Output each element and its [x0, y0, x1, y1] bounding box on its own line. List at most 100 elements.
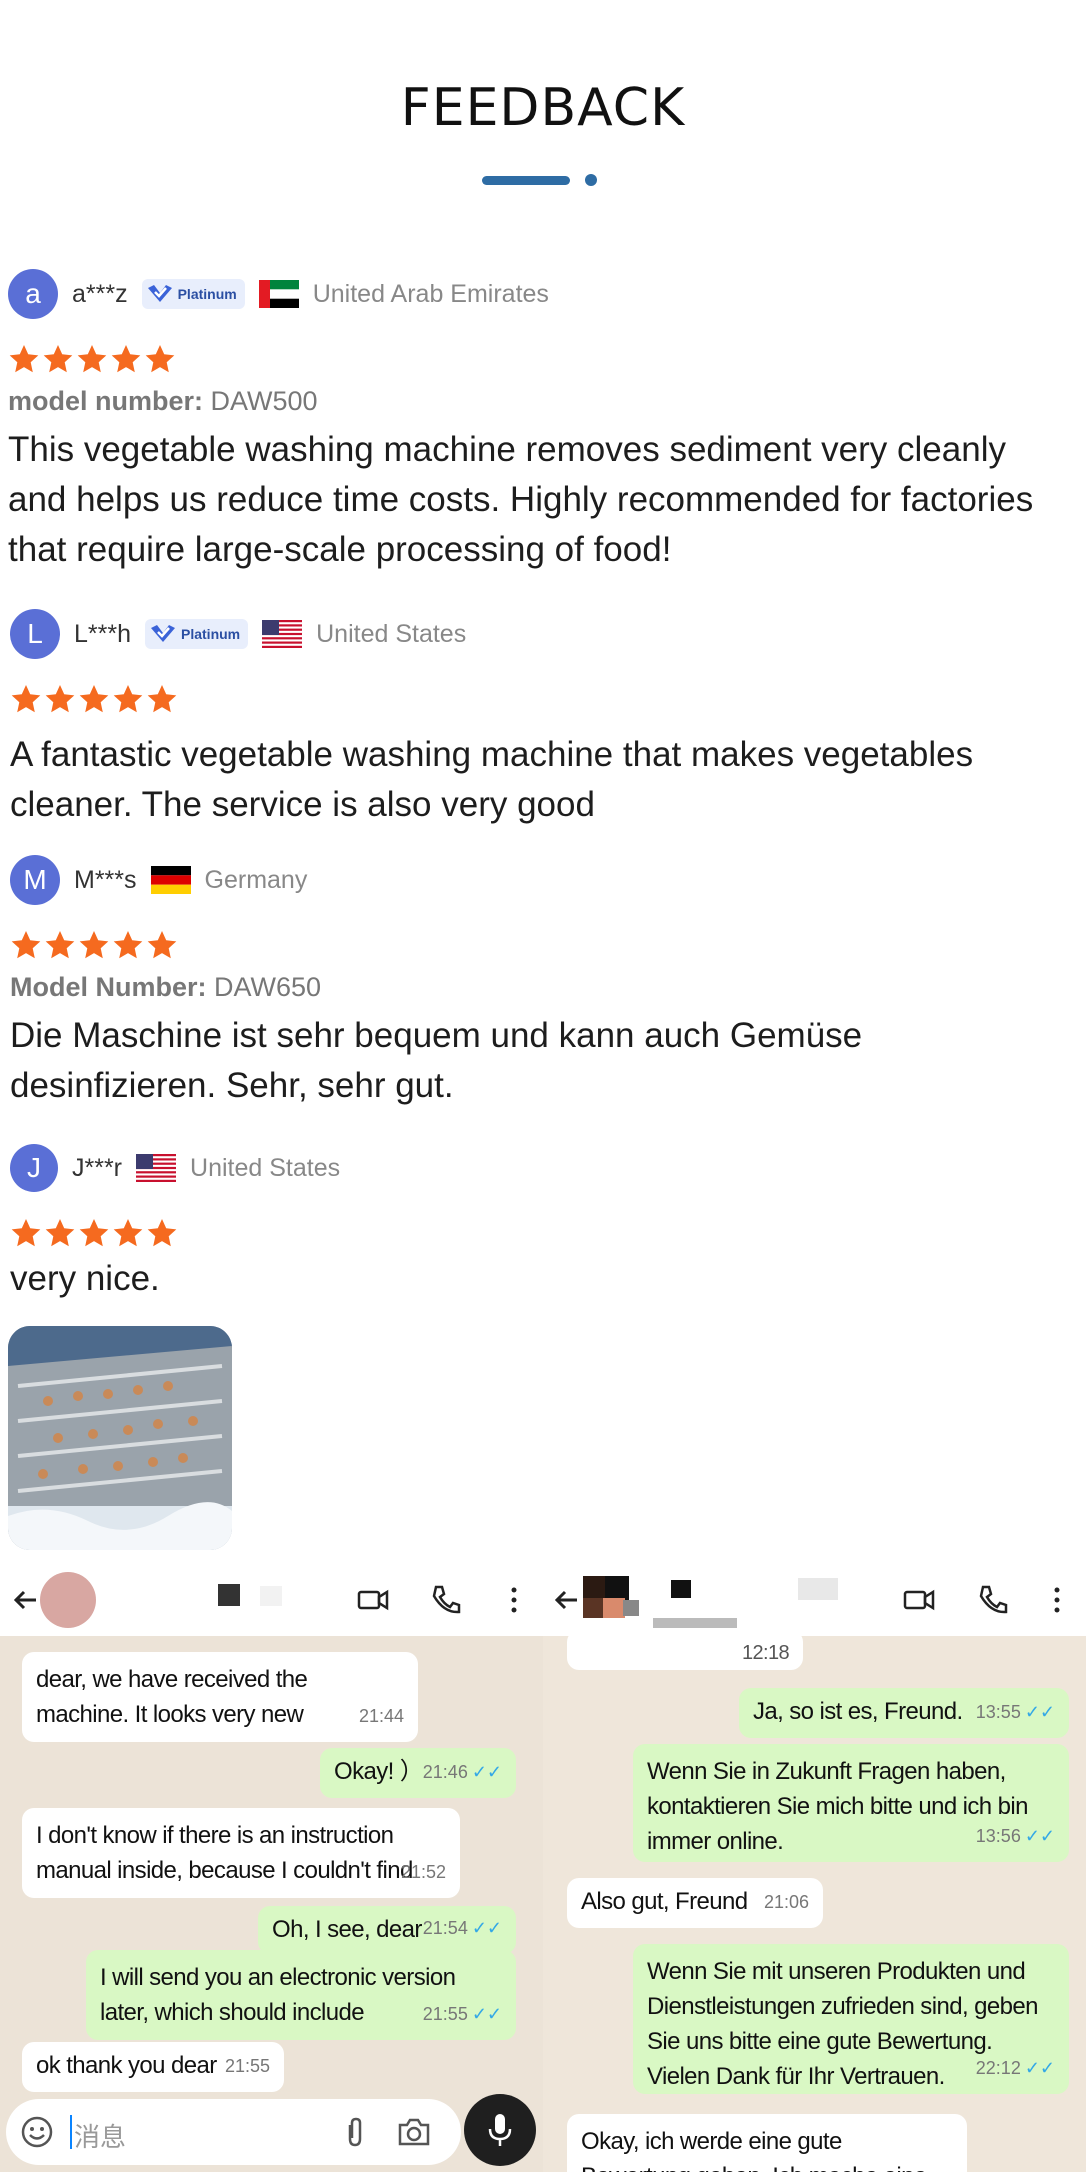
avatar[interactable]: [583, 1576, 639, 1622]
chat-screenshot-right: 12:18 Ja, so ist es, Freund. 13:55 ✓✓ Wen…: [543, 1564, 1086, 2172]
star-icon: [79, 931, 109, 959]
review-photo[interactable]: [8, 1326, 232, 1550]
message-input[interactable]: 消息: [74, 2117, 126, 2154]
message-incoming: Okay, ich werde eine gute Bewertung gebe…: [567, 2114, 967, 2172]
back-arrow-icon[interactable]: [549, 1582, 585, 1618]
message-time: 21:46: [422, 1762, 468, 1782]
message-time: 21:44: [358, 1706, 404, 1726]
message-time: 22:12: [975, 2058, 1021, 2078]
phone-icon[interactable]: [975, 1582, 1011, 1618]
star-icon: [113, 685, 143, 713]
attach-icon[interactable]: [338, 2115, 372, 2149]
review-card: J J***r United States very nice.: [0, 1142, 1086, 1304]
more-vert-icon[interactable]: [1039, 1582, 1075, 1618]
reviewer-row: a a***z Platinum United Arab Emirates: [8, 268, 1086, 320]
vegetable-washing-machine-photo: [8, 1326, 232, 1550]
verified-check-icon: [147, 285, 172, 302]
reviewer-name: M***s: [74, 865, 137, 894]
redacted-name: [671, 1580, 691, 1598]
star-rating: [8, 342, 1086, 376]
redacted-name: [798, 1578, 838, 1600]
read-receipt-icon: ✓✓: [471, 2004, 502, 2024]
review-text: This vegetable washing machine removes s…: [8, 430, 1034, 569]
star-icon: [11, 931, 41, 959]
video-call-icon[interactable]: [901, 1582, 937, 1618]
star-icon: [147, 931, 177, 959]
star-icon: [11, 1219, 41, 1247]
page-title: FEEDBACK: [400, 78, 686, 138]
star-icon: [9, 345, 39, 373]
verified-check-icon: [151, 625, 175, 642]
read-receipt-icon: ✓✓: [1024, 1702, 1055, 1722]
star-icon: [111, 345, 141, 373]
reviewer-row: M M***s Germany: [10, 854, 1086, 906]
star-icon: [45, 1219, 75, 1247]
date-chip: 12:18: [567, 1630, 803, 1670]
star-icon: [43, 345, 73, 373]
emoji-icon[interactable]: [20, 2115, 54, 2149]
us-flag: [136, 1154, 177, 1182]
read-receipt-icon: ✓✓: [1024, 1826, 1055, 1846]
mic-button[interactable]: [464, 2094, 536, 2166]
reviewer-name: J***r: [72, 1153, 123, 1182]
review-card: M M***s Germany Model Number: DAW650 Die…: [0, 854, 1086, 1111]
phone-icon[interactable]: [428, 1582, 464, 1618]
message-time: 13:56: [975, 1826, 1021, 1846]
country-label: Germany: [204, 865, 308, 894]
message-time: 21:55: [224, 2056, 270, 2076]
chat-header: [0, 1564, 543, 1636]
message-incoming: I don't know if there is an instruction …: [22, 1808, 460, 1898]
review-text: very nice.: [10, 1259, 160, 1298]
reviewer-name: L***h: [74, 619, 131, 648]
star-rating: [10, 1216, 1086, 1250]
germany-flag: [150, 866, 191, 894]
star-icon: [113, 931, 143, 959]
title-dot: [585, 174, 597, 186]
mic-icon: [488, 2114, 512, 2146]
message-time: 13:55: [975, 1702, 1021, 1722]
back-arrow-icon[interactable]: [8, 1582, 44, 1618]
star-icon: [147, 1219, 177, 1247]
model-number: model number: DAW500: [8, 386, 318, 416]
star-icon: [79, 1219, 109, 1247]
avatar: J: [10, 1144, 58, 1192]
avatar: L: [10, 609, 60, 659]
message-outgoing: I will send you an electronic version la…: [86, 1950, 516, 2040]
country-label: United Arab Emirates: [312, 279, 549, 308]
review-text: Die Maschine ist sehr bequem und kann au…: [10, 1016, 863, 1105]
title-underline: [482, 176, 570, 185]
star-icon: [45, 685, 75, 713]
more-vert-icon[interactable]: [496, 1582, 532, 1618]
star-icon: [45, 931, 75, 959]
message-time: 21:54: [422, 1918, 468, 1938]
message-outgoing: Ja, so ist es, Freund. 13:55 ✓✓: [739, 1688, 1069, 1738]
star-icon: [79, 685, 109, 713]
us-flag: [262, 620, 303, 648]
message-time: 21:52: [400, 1862, 446, 1882]
read-receipt-icon: ✓✓: [1024, 2058, 1055, 2078]
country-label: United States: [316, 619, 467, 648]
message-outgoing: Okay! ） 21:46 ✓✓: [320, 1748, 516, 1798]
avatar[interactable]: [40, 1572, 96, 1628]
redacted-name: [218, 1584, 240, 1606]
message-outgoing: Wenn Sie in Zukunft Fragen haben, kontak…: [633, 1744, 1069, 1862]
message-incoming: Also gut, Freund 21:06: [567, 1878, 823, 1928]
chat-header: [543, 1564, 1086, 1636]
read-receipt-icon: ✓✓: [471, 1762, 502, 1782]
message-incoming: ok thank you dear 21:55: [22, 2042, 284, 2092]
read-receipt-icon: ✓✓: [471, 1918, 502, 1938]
star-icon: [145, 345, 175, 373]
chat-screenshot-left: dear, we have received the machine. It l…: [0, 1564, 543, 2172]
reviewer-name: a***z: [72, 279, 128, 308]
message-outgoing: Wenn Sie mit unseren Produkten und Diens…: [633, 1944, 1069, 2094]
video-call-icon[interactable]: [355, 1582, 391, 1618]
message-time: 21:55: [422, 2004, 468, 2024]
message-time: 21:06: [763, 1892, 809, 1912]
camera-icon[interactable]: [396, 2115, 432, 2149]
redacted-status: [653, 1618, 737, 1628]
message-input-bar[interactable]: 消息: [6, 2099, 461, 2165]
reviewer-row: J J***r United States: [10, 1142, 1086, 1194]
review-text: A fantastic vegetable washing machine th…: [10, 735, 974, 824]
avatar: a: [8, 269, 58, 319]
review-card: L L***h Platinum United States A fantast…: [0, 608, 1086, 830]
